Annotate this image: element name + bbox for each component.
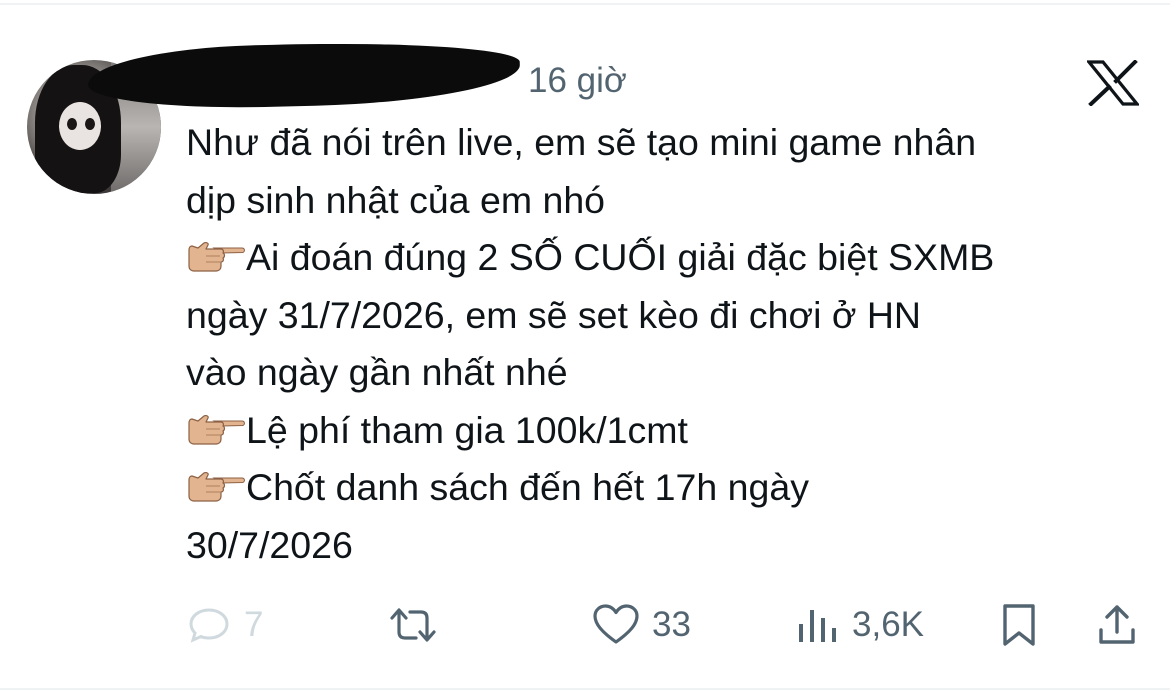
views-count: 3,6K <box>852 605 924 644</box>
post-text-segment: Lệ phí tham gia 100k/1cmt <box>246 408 688 451</box>
post-text-segment: Như đã nói trên live, em sẽ tạo mini gam… <box>186 121 977 163</box>
pointing-right-hand-emoji-icon <box>186 231 246 272</box>
post-text-line: 30/7/2026 <box>186 517 1146 575</box>
post-text-segment: dịp sinh nhật của em nhó <box>186 178 606 221</box>
pointing-right-hand-emoji-icon <box>186 461 246 502</box>
reply-button[interactable]: 7 <box>186 602 263 648</box>
post-text-segment: Ai đoán đúng 2 SỐ CUỐI giải đặc biệt SXM… <box>246 236 995 278</box>
like-count: 33 <box>652 605 691 644</box>
post-text-line: vào ngày gần nhất nhé <box>186 344 1146 402</box>
bottom-divider <box>0 688 1170 690</box>
post-timestamp[interactable]: 16 giờ <box>528 61 627 101</box>
like-button[interactable]: 33 <box>592 602 691 648</box>
heart-icon <box>593 604 639 644</box>
post-text-segment: ngày 31/7/2026, em sẽ set kèo đi chơi ở … <box>186 293 921 336</box>
tweet-card: 16 giờ Như đã nói trên live, em sẽ tạo m… <box>0 0 1170 696</box>
share-button[interactable] <box>1096 602 1138 648</box>
post-text-line: Chốt danh sách đến hết 17h ngày <box>186 459 1146 517</box>
post-text-segment: vào ngày gần nhất nhé <box>186 351 568 393</box>
post-text-segment: 30/7/2026 <box>186 523 353 566</box>
share-icon <box>1099 605 1135 644</box>
top-divider <box>0 3 1170 5</box>
post-text-line: Lệ phí tham gia 100k/1cmt <box>186 402 1146 460</box>
redacted-username <box>87 38 521 112</box>
x-logo-icon <box>1087 60 1139 106</box>
post-text-segment: Chốt danh sách đến hết 17h ngày <box>246 466 809 508</box>
post-text-line: Ai đoán đúng 2 SỐ CUỐI giải đặc biệt SXM… <box>186 229 1146 287</box>
pointing-right-hand-emoji-icon <box>186 404 246 445</box>
post-text-line: Như đã nói trên live, em sẽ tạo mini gam… <box>186 114 1146 172</box>
reply-count: 7 <box>244 605 264 644</box>
post-text: Như đã nói trên live, em sẽ tạo mini gam… <box>186 114 1146 574</box>
retweet-button[interactable] <box>386 602 440 648</box>
views-button[interactable]: 3,6K <box>796 602 924 648</box>
retweet-icon <box>390 608 436 642</box>
post-text-line: dịp sinh nhật của em nhó <box>186 172 1146 230</box>
bookmark-icon <box>1003 604 1035 646</box>
reply-icon <box>189 608 229 643</box>
bookmark-button[interactable] <box>998 602 1040 648</box>
views-icon <box>799 610 836 642</box>
post-text-line: ngày 31/7/2026, em sẽ set kèo đi chơi ở … <box>186 287 1146 345</box>
